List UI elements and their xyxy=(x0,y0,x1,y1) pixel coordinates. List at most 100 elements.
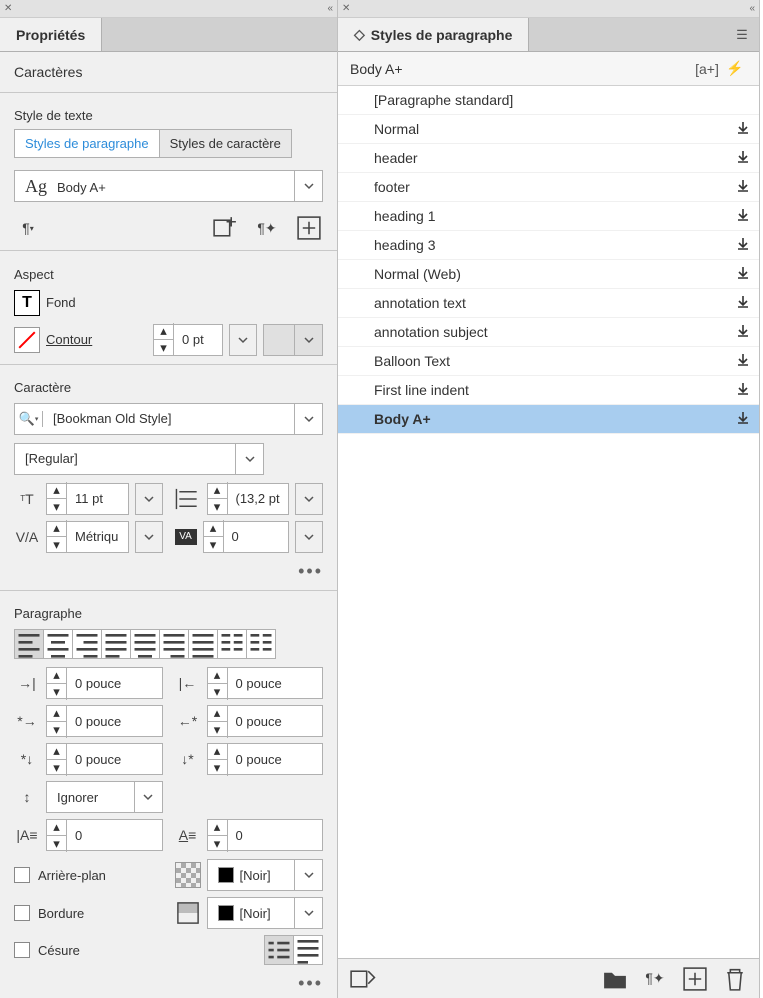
kerning-dropdown[interactable] xyxy=(135,521,163,553)
more-options-icon[interactable]: ••• xyxy=(0,557,337,586)
background-checkbox[interactable] xyxy=(14,867,30,883)
bg-color-combo[interactable]: [Noir] xyxy=(207,859,324,891)
download-icon[interactable] xyxy=(735,207,751,226)
first-line-indent-stepper[interactable]: ▴▾0 pouce xyxy=(46,705,163,737)
style-item[interactable]: Normal xyxy=(338,115,759,144)
list-options-b-button[interactable] xyxy=(293,935,323,965)
quick-apply-icon[interactable]: ⚡ xyxy=(721,60,749,77)
dropcap-lines-stepper[interactable]: ▴▾0 xyxy=(46,819,163,851)
seg-paragraph-styles[interactable]: Styles de paragraphe xyxy=(15,130,159,157)
new-group-icon[interactable] xyxy=(601,965,629,993)
style-item[interactable]: heading 1 xyxy=(338,202,759,231)
first-line-indent-icon: *→ xyxy=(14,707,40,735)
style-item[interactable]: Balloon Text xyxy=(338,347,759,376)
character-heading: Caractère xyxy=(0,368,337,399)
stroke-type-combo[interactable] xyxy=(263,324,323,356)
align-away-spine-button[interactable] xyxy=(246,629,276,659)
chevron-down-icon[interactable] xyxy=(235,444,263,474)
font-size-stepper[interactable]: ▴▾11 pt xyxy=(46,483,129,515)
style-item[interactable]: First line indent xyxy=(338,376,759,405)
pilcrow-icon[interactable]: ¶▾ xyxy=(14,214,42,242)
dropcap-chars-icon: A≡ xyxy=(175,821,201,849)
style-item[interactable]: annotation text xyxy=(338,289,759,318)
download-icon[interactable] xyxy=(735,236,751,255)
style-item[interactable]: [Paragraphe standard] xyxy=(338,86,759,115)
justify-center-button[interactable] xyxy=(130,629,160,659)
align-right-button[interactable] xyxy=(72,629,102,659)
fill-swatch[interactable]: T xyxy=(14,290,40,316)
font-family-combo[interactable]: 🔍▾ [Bookman Old Style] xyxy=(14,403,323,435)
tab-paragraph-styles[interactable]: ◇ Styles de paragraphe xyxy=(338,18,529,51)
chevron-down-icon[interactable] xyxy=(294,171,322,201)
collapse-icon[interactable]: « xyxy=(749,3,755,14)
justify-left-button[interactable] xyxy=(101,629,131,659)
download-icon[interactable] xyxy=(735,352,751,371)
leading-stepper[interactable]: ▴▾(13,2 pt xyxy=(207,483,290,515)
new-style-icon[interactable] xyxy=(681,965,709,993)
close-icon[interactable]: ✕ xyxy=(342,3,350,14)
paragraph-style-combo[interactable]: AgBody A+ xyxy=(14,170,323,202)
indent-left-stepper[interactable]: ▴▾0 pouce xyxy=(46,667,163,699)
download-icon[interactable] xyxy=(735,149,751,168)
align-left-button[interactable] xyxy=(14,629,44,659)
border-checkbox[interactable] xyxy=(14,905,30,921)
seg-character-styles[interactable]: Styles de caractère xyxy=(159,130,291,157)
clear-overrides-icon[interactable]: ¶✦ xyxy=(641,965,669,993)
new-style-icon[interactable] xyxy=(211,214,239,242)
style-item-name: Body A+ xyxy=(374,411,735,427)
last-line-indent-stepper[interactable]: ▴▾0 pouce xyxy=(207,705,324,737)
justify-all-button[interactable] xyxy=(188,629,218,659)
style-item[interactable]: header xyxy=(338,144,759,173)
chevron-down-icon[interactable] xyxy=(294,404,322,434)
indent-right-stepper[interactable]: ▴▾0 pouce xyxy=(207,667,324,699)
kerning-stepper[interactable]: ▴▾Métriqu xyxy=(46,521,129,553)
hyphenation-checkbox[interactable] xyxy=(14,942,30,958)
download-icon[interactable] xyxy=(735,265,751,284)
align-toward-spine-button[interactable] xyxy=(217,629,247,659)
chevron-down-icon xyxy=(294,860,322,890)
panel-menu-icon[interactable]: ☰ xyxy=(725,18,759,51)
stroke-swatch[interactable] xyxy=(14,327,40,353)
border-color-combo[interactable]: [Noir] xyxy=(207,897,324,929)
tab-properties[interactable]: Propriétés xyxy=(0,18,102,51)
add-icon[interactable] xyxy=(295,214,323,242)
style-item[interactable]: heading 3 xyxy=(338,231,759,260)
justify-right-button[interactable] xyxy=(159,629,189,659)
download-icon[interactable] xyxy=(735,381,751,400)
download-icon[interactable] xyxy=(735,294,751,313)
download-icon[interactable] xyxy=(735,120,751,139)
stroke-weight-stepper[interactable]: ▴▾ 0 pt xyxy=(153,324,223,356)
space-after-stepper[interactable]: ▴▾0 pouce xyxy=(207,743,324,775)
font-size-dropdown[interactable] xyxy=(135,483,163,515)
font-weight-combo[interactable]: [Regular] xyxy=(14,443,264,475)
drop-cap-combo[interactable]: Ignorer xyxy=(46,781,163,813)
bg-shading-icon[interactable] xyxy=(175,862,201,888)
dropcap-chars-stepper[interactable]: ▴▾0 xyxy=(207,819,324,851)
align-center-button[interactable] xyxy=(43,629,73,659)
tracking-stepper[interactable]: ▴▾0 xyxy=(203,521,290,553)
style-item[interactable]: Normal (Web) xyxy=(338,260,759,289)
map-to-cc-icon[interactable] xyxy=(348,965,376,993)
style-item-name: [Paragraphe standard] xyxy=(374,92,751,108)
list-options-a-button[interactable] xyxy=(264,935,294,965)
stroke-weight-dropdown[interactable] xyxy=(229,324,257,356)
tracking-dropdown[interactable] xyxy=(295,521,323,553)
clear-overrides-icon[interactable]: ¶✦ xyxy=(253,214,281,242)
download-icon[interactable] xyxy=(735,410,751,429)
stroke-label[interactable]: Contour xyxy=(46,332,92,347)
delete-style-icon[interactable] xyxy=(721,965,749,993)
style-item[interactable]: Body A+ xyxy=(338,405,759,434)
style-item[interactable]: footer xyxy=(338,173,759,202)
close-icon[interactable]: ✕ xyxy=(4,3,12,14)
style-item[interactable]: annotation subject xyxy=(338,318,759,347)
tab-label: Styles de paragraphe xyxy=(371,27,513,43)
space-before-stepper[interactable]: ▴▾0 pouce xyxy=(46,743,163,775)
download-icon[interactable] xyxy=(735,178,751,197)
new-style-from-selection-icon[interactable]: [a+] xyxy=(693,61,721,77)
border-edges-icon[interactable] xyxy=(175,899,201,927)
collapse-icon[interactable]: « xyxy=(327,3,333,14)
font-size-icon: TT xyxy=(14,485,40,513)
download-icon[interactable] xyxy=(735,323,751,342)
leading-dropdown[interactable] xyxy=(295,483,323,515)
more-options-icon[interactable]: ••• xyxy=(0,969,337,998)
